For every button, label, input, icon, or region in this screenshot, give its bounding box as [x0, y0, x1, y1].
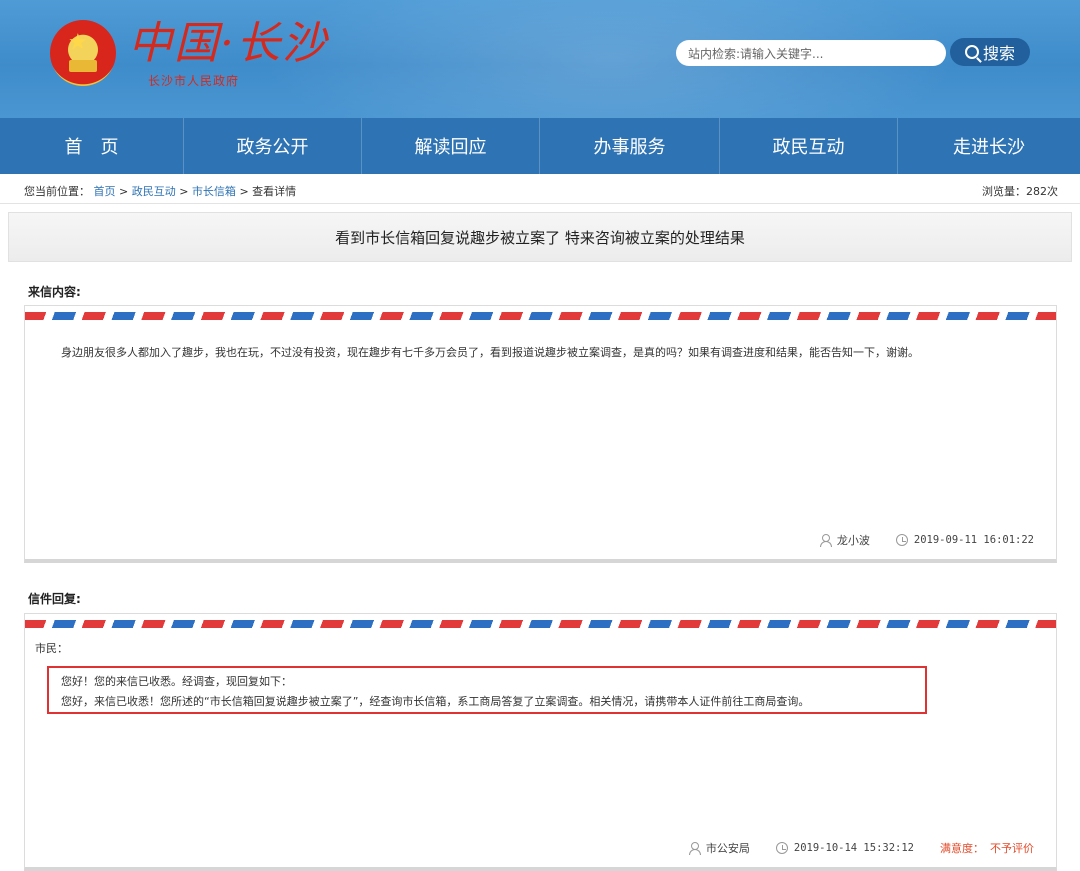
department-info: 市公安局	[688, 840, 750, 856]
incoming-letter-label: 来信内容:	[28, 285, 81, 299]
breadcrumb-prefix: 您当前位置：	[24, 185, 90, 198]
breadcrumb-separator: >	[239, 185, 249, 198]
search-input[interactable]: 站内检索:请输入关键字...	[676, 40, 946, 66]
breadcrumb-link-home[interactable]: 首页	[94, 185, 116, 198]
reply-meta: 市公安局 2019-10-14 15:32:12 满意度： 不予评价	[688, 840, 1034, 856]
reply-card: 市民： 您好！您的来信已收悉。经调查，现回复如下： 您好，来信已收悉！您所述的“…	[24, 613, 1057, 871]
star-icon: ★	[68, 30, 88, 55]
submitted-time: 2019-09-11 16:01:22	[913, 534, 1034, 546]
breadcrumb: 您当前位置： 首页 > 政民互动 > 市长信箱 > 查看详情 浏览量：282次	[0, 174, 1080, 204]
view-count-label: 浏览量：	[982, 185, 1026, 198]
clock-icon	[895, 534, 908, 546]
reply-salutation: 市民：	[35, 642, 68, 655]
satisfaction-value: 不予评价	[990, 842, 1034, 855]
author-info: 龙小波	[819, 532, 870, 548]
breadcrumb-separator: >	[179, 185, 189, 198]
nav-item-services[interactable]: 办事服务	[540, 118, 720, 174]
airmail-border	[25, 312, 1056, 320]
incoming-letter-text: 身边朋友很多人都加入了趣步，我也在玩，不过没有投资，现在趣步有七千多万会员了，看…	[61, 346, 919, 359]
gate-icon	[69, 60, 97, 72]
nav-item-government-affairs[interactable]: 政务公开	[184, 118, 362, 174]
search-icon	[964, 45, 979, 59]
search-button[interactable]: 搜索	[950, 38, 1030, 66]
breadcrumb-link-mayor-mailbox[interactable]: 市长信箱	[192, 185, 236, 198]
person-icon	[819, 534, 832, 547]
search-button-label: 搜索	[982, 44, 1015, 63]
incoming-letter-meta: 龙小波 2019-09-11 16:01:22	[819, 532, 1034, 548]
site-header: ★ 中国·长沙 长沙市人民政府 站内检索:请输入关键字... 搜索	[0, 0, 1080, 118]
reply-line-1: 您好！您的来信已收悉。经调查，现回复如下：	[61, 675, 292, 688]
person-icon	[688, 842, 701, 855]
satisfaction-label: 满意度：	[940, 842, 984, 855]
satisfaction-rating: 满意度： 不予评价	[940, 840, 1034, 856]
main-nav: 首 页 政务公开 解读回应 办事服务 政民互动 走进长沙	[0, 118, 1080, 174]
reply-line-2: 您好，来信已收悉！您所述的“市长信箱回复说趣步被立案了”，经查询市长信箱，系工商…	[61, 695, 810, 708]
national-emblem-icon: ★	[50, 20, 116, 86]
submitted-time-info: 2019-09-11 16:01:22	[895, 534, 1034, 546]
incoming-letter-card: 身边朋友很多人都加入了趣步，我也在玩，不过没有投资，现在趣步有七千多万会员了，看…	[24, 305, 1057, 563]
view-count: 浏览量：282次	[982, 183, 1058, 199]
nav-item-interaction[interactable]: 政民互动	[720, 118, 898, 174]
breadcrumb-link-interaction[interactable]: 政民互动	[132, 185, 176, 198]
nav-item-home[interactable]: 首 页	[0, 118, 184, 174]
reply-highlight-box: 您好！您的来信已收悉。经调查，现回复如下： 您好，来信已收悉！您所述的“市长信箱…	[47, 666, 927, 714]
airmail-border	[25, 620, 1056, 628]
site-logo-text[interactable]: 中国·长沙	[128, 18, 328, 70]
letter-title: 看到市长信箱回复说趣步被立案了 特来咨询被立案的处理结果	[8, 212, 1072, 262]
nav-item-about-changsha[interactable]: 走进长沙	[898, 118, 1080, 174]
reply-department: 市公安局	[705, 842, 750, 855]
clock-icon	[775, 842, 788, 854]
breadcrumb-separator: >	[119, 185, 129, 198]
site-logo-subtitle: 长沙市人民政府	[148, 74, 240, 88]
reply-time-info: 2019-10-14 15:32:12	[775, 842, 914, 854]
author-name: 龙小波	[836, 534, 870, 547]
nav-item-interpretation[interactable]: 解读回应	[362, 118, 540, 174]
reply-label: 信件回复:	[28, 592, 81, 606]
view-count-value: 282次	[1026, 185, 1058, 198]
breadcrumb-current: 查看详情	[252, 185, 297, 198]
reply-time: 2019-10-14 15:32:12	[793, 842, 914, 854]
